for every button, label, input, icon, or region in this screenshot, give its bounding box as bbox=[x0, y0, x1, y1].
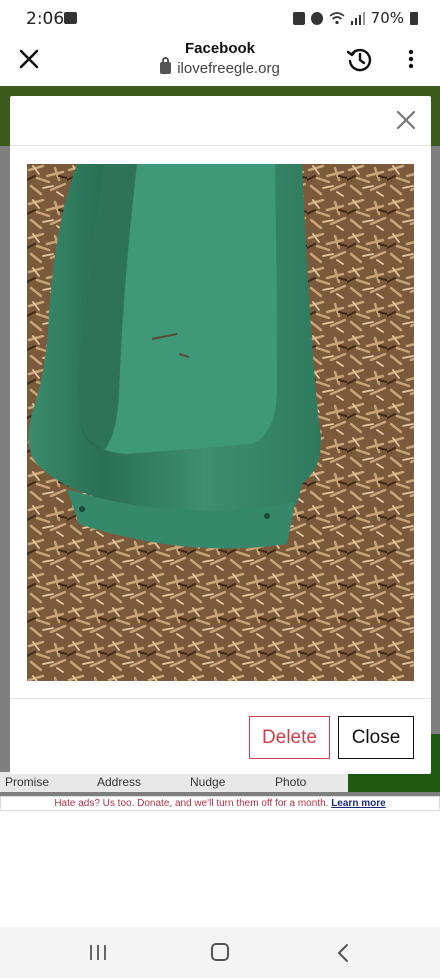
status-right: 70% bbox=[292, 9, 418, 27]
status-time: 2:06 bbox=[26, 9, 65, 29]
status-bar: 2:06 70% bbox=[0, 0, 440, 36]
recent-apps-icon[interactable] bbox=[89, 944, 107, 961]
delete-button[interactable]: Delete bbox=[249, 716, 330, 759]
learn-more-link[interactable]: Learn more bbox=[331, 798, 385, 809]
ad-banner: Hate ads? Us too. Donate, and we'll turn… bbox=[0, 796, 440, 811]
background-tab-photo: Photo bbox=[275, 775, 307, 789]
browser-toolbar: Facebook ilovefreegle.org bbox=[0, 36, 440, 86]
browser-url: ilovefreegle.org bbox=[0, 57, 440, 77]
page-blank-area bbox=[0, 811, 440, 927]
alarm-icon bbox=[310, 11, 323, 25]
lock-status-icon bbox=[292, 11, 305, 25]
signal-icon bbox=[350, 11, 365, 25]
background-tab-nudge: Nudge bbox=[190, 775, 226, 789]
back-icon[interactable] bbox=[336, 943, 350, 963]
home-icon[interactable] bbox=[211, 943, 229, 961]
background-tab-promise: Promise bbox=[5, 775, 50, 789]
background-tab-address: Address bbox=[97, 775, 142, 789]
more-vertical-icon[interactable] bbox=[400, 46, 422, 72]
history-icon[interactable] bbox=[346, 45, 374, 73]
modal-header bbox=[10, 96, 431, 146]
lock-icon bbox=[160, 57, 172, 74]
browser-title: Facebook bbox=[184, 40, 256, 57]
battery-icon bbox=[410, 11, 418, 25]
battery-percent: 70% bbox=[370, 9, 404, 27]
slide-photo-graphic bbox=[27, 164, 414, 681]
modal-footer: Delete Close bbox=[10, 698, 431, 774]
item-photo bbox=[27, 164, 414, 681]
photo-modal: Delete Close bbox=[10, 96, 431, 774]
close-icon[interactable] bbox=[395, 109, 417, 131]
url-text: ilovefreegle.org bbox=[177, 60, 280, 77]
system-navigation-bar bbox=[0, 927, 440, 978]
gallery-notification-icon bbox=[64, 12, 77, 24]
wifi-icon bbox=[329, 12, 345, 25]
ad-text: Hate ads? Us too. Donate, and we'll turn… bbox=[54, 798, 329, 809]
close-button[interactable]: Close bbox=[338, 716, 414, 759]
